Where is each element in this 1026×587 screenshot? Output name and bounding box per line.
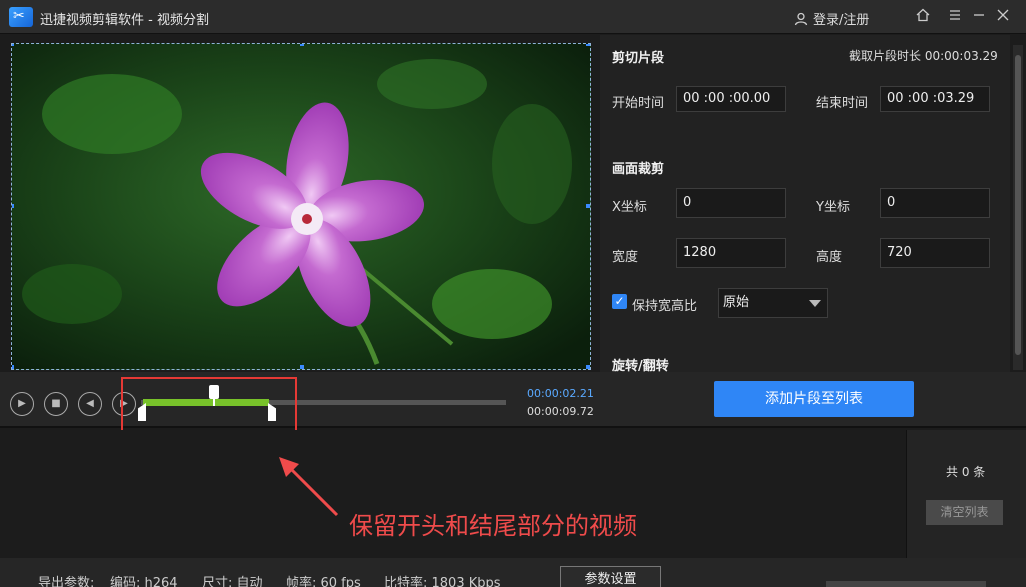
user-icon [794, 12, 808, 25]
fps-info: 帧率: 60 fps [286, 576, 361, 587]
crop-handle-tr[interactable] [586, 44, 590, 46]
current-time: 00:00:02.21 [527, 387, 594, 400]
start-time-label: 开始时间 [612, 96, 665, 111]
x-coord-label: X坐标 [612, 200, 647, 215]
end-time-label: 结束时间 [816, 96, 869, 111]
panel-scrollbar[interactable] [1013, 45, 1023, 370]
add-clip-button[interactable]: 添加片段至列表 [714, 381, 914, 417]
keep-ratio-checkbox[interactable]: ✓ [612, 294, 627, 309]
width-label: 宽度 [612, 250, 639, 265]
bitrate-info: 比特率: 1803 Kbps [384, 576, 501, 587]
home-icon[interactable] [914, 7, 932, 27]
codec-info: 编码: h264 [110, 576, 178, 587]
height-input[interactable]: 720 [880, 238, 990, 268]
crop-handle-br[interactable] [586, 365, 590, 369]
clip-section-title: 剪切片段 [612, 51, 665, 66]
clip-count: 共 0 条 [946, 465, 986, 479]
y-coord-input[interactable]: 0 [880, 188, 990, 218]
login-label: 登录/注册 [813, 13, 870, 28]
app-window: 迅捷视频剪辑软件 - 视频分割 登录/注册 [0, 0, 1026, 587]
crop-handle-r[interactable] [586, 204, 590, 208]
crop-handle-l[interactable] [12, 204, 14, 208]
clear-list-button[interactable]: 清空列表 [926, 500, 1003, 525]
crop-handle-t[interactable] [300, 44, 304, 46]
export-params-label: 导出参数: [38, 576, 95, 587]
prev-frame-icon[interactable]: ◀ [78, 392, 102, 416]
ratio-select[interactable]: 原始 [718, 288, 828, 318]
clip-duration: 截取片段时长 00:00:03.29 [849, 49, 998, 63]
y-coord-label: Y坐标 [816, 200, 850, 215]
width-input[interactable]: 1280 [676, 238, 786, 268]
chevron-down-icon [809, 300, 821, 307]
settings-button[interactable]: 参数设置 [560, 566, 661, 587]
play-icon[interactable]: ▶ [10, 392, 34, 416]
end-time-input[interactable]: 00 :00 :03.29 [880, 86, 990, 112]
scrollbar-thumb[interactable] [1015, 55, 1021, 355]
ratio-select-value: 原始 [723, 295, 750, 310]
crop-handle-tl[interactable] [12, 44, 14, 46]
start-time-input[interactable]: 00 :00 :00.00 [676, 86, 786, 112]
x-coord-input[interactable]: 0 [676, 188, 786, 218]
annotation-text: 保留开头和结尾部分的视频 [349, 512, 637, 540]
login-button[interactable]: 登录/注册 [794, 9, 869, 28]
video-preview[interactable] [11, 43, 591, 370]
title-bar: 迅捷视频剪辑软件 - 视频分割 登录/注册 [0, 0, 1026, 34]
flower-image [12, 44, 590, 369]
crop-section-title: 画面裁剪 [612, 162, 665, 177]
crop-handle-bl[interactable] [12, 365, 14, 369]
checkmark-icon: ✓ [614, 294, 625, 308]
minimize-button[interactable] [970, 7, 988, 27]
window-title: 迅捷视频剪辑软件 - 视频分割 [40, 13, 209, 28]
clip-list-sidebar [906, 430, 1026, 558]
arrow-annotation-icon [279, 457, 339, 517]
size-info: 尺寸: 自动 [202, 576, 263, 587]
scissors-logo-icon [9, 7, 33, 27]
crop-handle-b[interactable] [300, 365, 304, 369]
close-icon[interactable] [994, 7, 1012, 27]
total-time: 00:00:09.72 [527, 405, 594, 418]
keep-ratio-label: 保持宽高比 [632, 299, 698, 314]
height-label: 高度 [816, 250, 843, 265]
export-button-edge[interactable] [826, 581, 986, 587]
menu-icon[interactable] [946, 7, 964, 27]
stop-icon[interactable]: ■ [44, 392, 68, 416]
